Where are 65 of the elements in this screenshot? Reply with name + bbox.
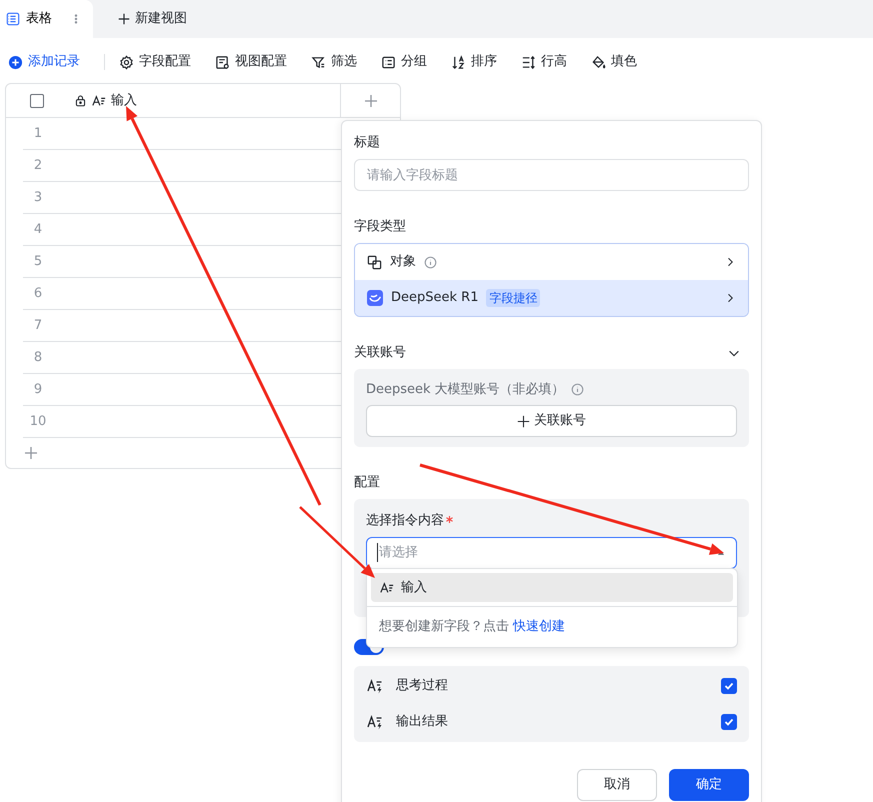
checkmark-icon [724, 716, 734, 726]
ai-text-icon [366, 714, 384, 730]
hint-text: 想要创建新字段？点击 [379, 619, 510, 634]
list-icon [381, 54, 396, 70]
toolbar-button[interactable]: 筛选 [311, 52, 369, 72]
add-column-icon[interactable] [362, 92, 378, 108]
plus-icon [517, 414, 530, 428]
checkmark-icon [724, 680, 734, 690]
field-shortcut-tag: 字段捷径 [486, 289, 540, 307]
document-settings-icon [215, 54, 230, 70]
view-tab[interactable]: 表格 [0, 0, 93, 38]
info-icon [424, 256, 437, 268]
field-label: 选择指令内容 [366, 512, 444, 530]
quick-create-link[interactable]: 快速创建 [513, 619, 566, 634]
section-label: 配置 [354, 474, 381, 492]
link-account-button[interactable]: 关联账号 [366, 405, 737, 437]
row-number: 2 [32, 156, 44, 175]
toolbar-button[interactable]: 添加记录 [8, 52, 92, 72]
toolbar-button[interactable]: 排序 [451, 52, 509, 72]
paint-bucket-icon [591, 54, 606, 70]
text-field-icon [379, 580, 395, 594]
add-icon [8, 54, 23, 70]
cancel-button[interactable]: 取消 [577, 768, 657, 800]
ai-text-icon [366, 678, 384, 694]
row-number: 8 [32, 348, 44, 367]
field-label: Deepseek 大模型账号（非必填） [366, 380, 565, 398]
output-label: 输出结果 [396, 712, 448, 731]
output-label: 思考过程 [396, 676, 448, 695]
row-number: 6 [32, 284, 44, 303]
toolbar-button[interactable]: 行高 [521, 52, 579, 72]
text-field-icon [91, 94, 107, 108]
select-all-checkbox[interactable] [30, 94, 44, 108]
row-number: 9 [32, 380, 44, 399]
confirm-button[interactable]: 确定 [669, 768, 749, 800]
row-number: 1 [32, 124, 44, 143]
row-height-icon [521, 54, 536, 70]
toolbar-button[interactable]: 字段配置 [119, 52, 203, 72]
plus-icon [117, 12, 131, 26]
toolbar-button[interactable]: 分组 [381, 52, 439, 72]
info-icon [570, 382, 584, 396]
field-label: 字段类型 [354, 218, 407, 236]
select-placeholder: 请选择 [377, 542, 418, 562]
toolbar-button[interactable]: 填色 [591, 52, 649, 72]
settings-icon [119, 54, 134, 70]
title-input[interactable]: 请输入字段标题 [354, 159, 749, 191]
new-view-button[interactable]: 新建视图 [111, 0, 193, 38]
checkbox[interactable] [721, 678, 737, 694]
whale-logo-icon [367, 290, 383, 306]
field-label: 标题 [354, 134, 381, 152]
checkbox[interactable] [721, 714, 737, 730]
add-row-icon[interactable] [23, 445, 39, 461]
row-number: 10 [28, 412, 48, 431]
copy-icon [367, 254, 382, 270]
row-number: 3 [32, 188, 44, 207]
row-number: 4 [32, 220, 44, 239]
dropdown-option[interactable]: 输入 [371, 573, 733, 602]
table-icon [6, 12, 20, 26]
row-number: 7 [32, 316, 44, 335]
toolbar-button[interactable]: 视图配置 [215, 52, 299, 72]
column-header[interactable]: 输入 [111, 90, 137, 110]
sort-icon [451, 54, 466, 70]
filter-icon [311, 54, 326, 70]
row-number: 5 [32, 252, 44, 271]
section-label: 关联账号 [354, 344, 406, 362]
field-type-option[interactable]: DeepSeek R1 字段捷径 [355, 280, 748, 316]
